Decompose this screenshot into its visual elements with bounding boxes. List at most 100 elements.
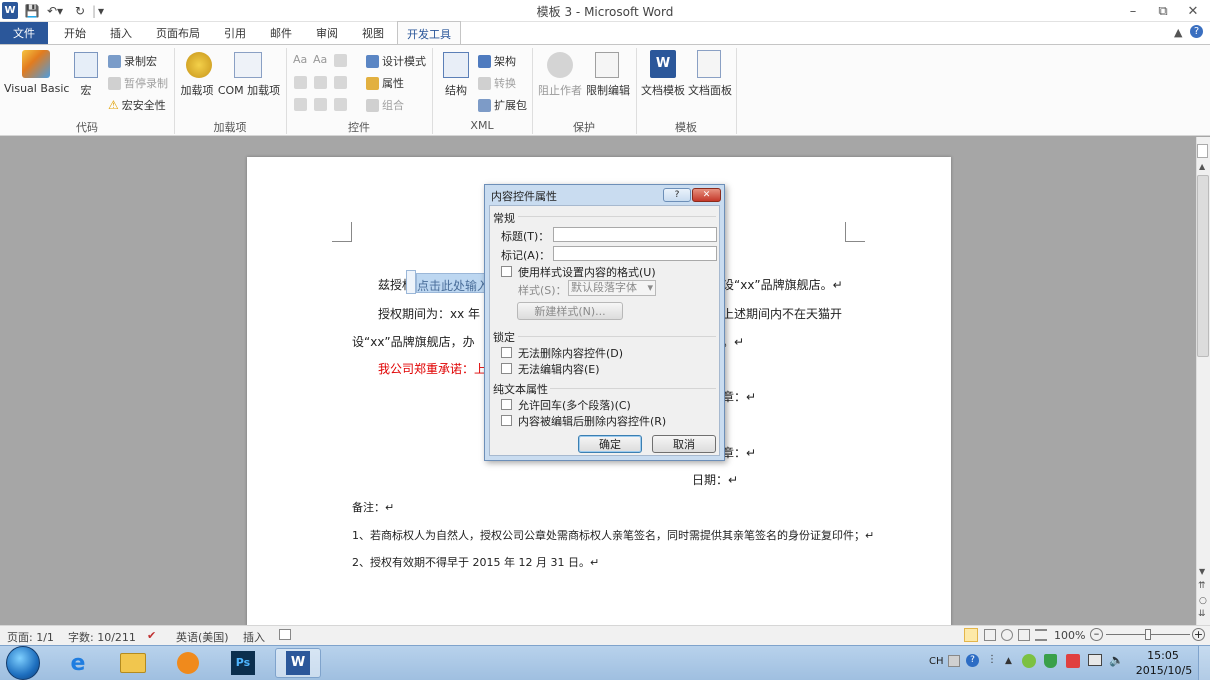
doc-date[interactable]: 日期：↵ (692, 471, 738, 488)
minimize-icon[interactable]: – (1118, 0, 1148, 22)
doc-note-title[interactable]: 备注：↵ (352, 499, 394, 515)
scroll-down-icon[interactable]: ▼ (1199, 567, 1205, 576)
macro-security-button[interactable]: ⚠ 宏安全性 (108, 97, 166, 113)
full-screen-reading-view-icon[interactable] (984, 629, 996, 641)
group-button[interactable]: 组合 (366, 97, 404, 113)
picture-control-icon[interactable] (334, 54, 347, 67)
use-style-checkbox[interactable] (501, 266, 512, 277)
security-shield-icon[interactable] (1044, 654, 1057, 668)
design-mode-button[interactable]: 设计模式 (366, 53, 426, 69)
start-button-icon[interactable] (6, 646, 40, 680)
scroll-up-icon[interactable]: ▲ (1199, 162, 1205, 171)
browse-object-icon[interactable]: ○ (1199, 596, 1207, 606)
taskbar-explorer-icon[interactable] (113, 648, 153, 678)
ime-indicator[interactable]: CH (929, 656, 944, 667)
tab-insert[interactable]: 插入 (100, 22, 142, 44)
zoom-in-icon[interactable]: + (1192, 628, 1205, 641)
doc-note-2[interactable]: 2、授权有效期不得早于 2015 年 12 月 31 日。↵ (352, 554, 599, 570)
rich-text-control-icon[interactable]: Aa (293, 53, 307, 66)
clock-time[interactable]: 15:05 (1138, 649, 1188, 662)
expansion-pack-button[interactable]: 扩展包 (478, 97, 527, 113)
taskbar-ie-icon[interactable]: e (58, 648, 98, 678)
ruler-toggle-icon[interactable] (1197, 144, 1208, 158)
macro-record-status-icon[interactable] (279, 629, 291, 640)
style-select[interactable]: 默认段落字体 ▾ (568, 280, 656, 296)
remove-after-edit-checkbox[interactable] (501, 415, 512, 426)
visual-basic-button[interactable]: Visual Basic (4, 82, 69, 95)
title-field[interactable] (553, 227, 717, 242)
close-icon[interactable]: ✕ (1178, 0, 1208, 22)
block-authors-button[interactable]: 阻止作者 (538, 82, 582, 98)
tab-home[interactable]: 开始 (54, 22, 96, 44)
building-block-control-icon[interactable] (294, 76, 307, 89)
zoom-slider-thumb[interactable] (1145, 629, 1151, 640)
allow-carriage-return-checkbox[interactable] (501, 399, 512, 410)
checkbox-control-icon[interactable] (314, 98, 327, 111)
scroll-thumb[interactable] (1197, 175, 1209, 357)
tray-app-icon[interactable] (1022, 654, 1036, 668)
proofing-icon[interactable]: ✔ (147, 629, 156, 642)
no-edit-checkbox[interactable] (501, 363, 512, 374)
properties-button[interactable]: 属性 (366, 75, 404, 91)
combo-box-control-icon[interactable] (314, 76, 327, 89)
show-hidden-icons-icon[interactable]: ▲ (1005, 656, 1012, 666)
next-page-icon[interactable]: ⇊ (1198, 609, 1206, 619)
clock-date[interactable]: 2015/10/5 (1134, 664, 1194, 677)
zoom-level[interactable]: 100% (1054, 629, 1085, 642)
tab-file[interactable]: 文件 (0, 22, 48, 44)
tab-page-layout[interactable]: 页面布局 (148, 22, 208, 44)
minimize-ribbon-icon[interactable]: ▲ (1174, 26, 1182, 39)
status-page[interactable]: 页面: 1/1 (7, 629, 54, 645)
draft-view-icon[interactable] (1035, 629, 1047, 641)
outline-view-icon[interactable] (1018, 629, 1030, 641)
tag-field[interactable] (553, 246, 717, 261)
plain-text-control-icon[interactable]: Aa (313, 53, 327, 66)
macros-button[interactable]: 宏 (76, 82, 96, 98)
addins-button[interactable]: 加载项 (178, 82, 216, 98)
date-picker-control-icon[interactable] (294, 98, 307, 111)
document-panel-button[interactable]: 文档面板 (686, 82, 734, 98)
new-style-button[interactable]: 新建样式(N)... (517, 302, 623, 320)
ok-button[interactable]: 确定 (578, 435, 642, 453)
web-layout-view-icon[interactable] (1001, 629, 1013, 641)
dropdown-control-icon[interactable] (334, 76, 347, 89)
doc-seal-2[interactable]: 章：↵ (722, 444, 756, 461)
schema-button[interactable]: 架构 (478, 53, 516, 69)
ime-help-icon[interactable]: ? (966, 654, 979, 667)
doc-note-1[interactable]: 1、若商标权人为自然人，授权公司公章处需商标权人亲笔签名，同时需提供其亲笔签名的… (352, 527, 874, 543)
network-icon[interactable] (1088, 654, 1102, 666)
status-language[interactable]: 英语(美国) (176, 629, 229, 645)
tab-view[interactable]: 视图 (352, 22, 394, 44)
taskbar-word-icon[interactable]: W (275, 648, 321, 678)
volume-icon[interactable]: 🔈 (1109, 653, 1124, 667)
zoom-out-icon[interactable]: – (1090, 628, 1103, 641)
structure-button[interactable]: 结构 (440, 82, 472, 98)
transform-button[interactable]: 转换 (478, 75, 516, 91)
doc-commitment-red[interactable]: 我公司郑重承诺：上 (378, 360, 486, 377)
doc-line2-prefix[interactable]: 授权期间为：xx 年 x (378, 305, 491, 322)
legacy-tools-icon[interactable] (334, 98, 347, 111)
restore-icon[interactable]: ⧉ (1148, 0, 1178, 22)
doc-line3-suffix[interactable]: 。↵ (722, 333, 744, 350)
action-center-icon[interactable] (1066, 654, 1080, 668)
pause-recording-button[interactable]: 暂停录制 (108, 75, 168, 91)
restrict-editing-button[interactable]: 限制编辑 (584, 82, 632, 98)
document-template-button[interactable]: 文档模板 (640, 82, 686, 98)
help-icon[interactable]: ? (1190, 25, 1203, 38)
com-addins-button[interactable]: COM 加载项 (216, 82, 282, 98)
previous-page-icon[interactable]: ⇈ (1198, 581, 1206, 591)
taskbar-photoshop-icon[interactable]: Ps (223, 648, 263, 678)
cancel-button[interactable]: 取消 (652, 435, 716, 453)
tab-references[interactable]: 引用 (214, 22, 256, 44)
status-word-count[interactable]: 字数: 10/211 (68, 629, 136, 645)
content-control-placeholder[interactable]: 点击此处输入 (416, 273, 486, 293)
dialog-help-button[interactable]: ? (663, 188, 691, 202)
taskbar-media-player-icon[interactable] (168, 648, 208, 678)
record-macro-button[interactable]: 录制宏 (108, 53, 157, 69)
doc-line1-suffix[interactable]: 设“xx”品牌旗舰店。↵ (722, 276, 843, 293)
status-insert-mode[interactable]: 插入 (243, 629, 265, 645)
tab-mailings[interactable]: 邮件 (260, 22, 302, 44)
tab-developer[interactable]: 开发工具 (397, 21, 461, 45)
keyboard-icon[interactable] (948, 655, 960, 667)
doc-seal-1[interactable]: 章：↵ (722, 388, 756, 405)
